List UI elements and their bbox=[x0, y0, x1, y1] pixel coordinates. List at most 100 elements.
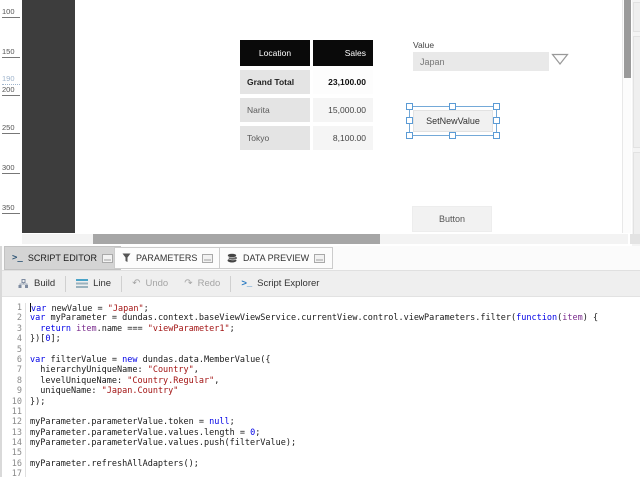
parameter-combo-box[interactable]: Japan bbox=[413, 52, 549, 71]
line-number: 4 bbox=[2, 334, 22, 344]
database-icon bbox=[227, 253, 238, 263]
code-token: new bbox=[122, 355, 137, 365]
script-icon: >_ bbox=[12, 253, 23, 263]
resize-handle-s[interactable] bbox=[449, 132, 456, 139]
code-token: "Country" bbox=[148, 365, 194, 375]
resize-handle-w[interactable] bbox=[406, 117, 413, 124]
line-number: 13 bbox=[2, 428, 22, 438]
horizontal-scrollbar-thumb[interactable] bbox=[93, 234, 380, 244]
right-edge-panel bbox=[632, 0, 640, 246]
script-explorer-button[interactable]: >_ Script Explorer bbox=[233, 270, 327, 297]
build-label: Build bbox=[34, 278, 55, 289]
code-token: ) { bbox=[583, 313, 598, 323]
set-new-value-button[interactable]: SetNewValue bbox=[413, 110, 493, 132]
code-token: myParameter = dundas.context.baseViewVie… bbox=[45, 313, 516, 323]
table-row-label[interactable]: Grand Total bbox=[240, 70, 310, 94]
resize-handle-ne[interactable] bbox=[493, 103, 500, 110]
code-line[interactable]: var newValue = "Japan"; bbox=[30, 303, 640, 313]
table-cell-value[interactable]: 23,100.00 bbox=[313, 70, 373, 94]
code-line[interactable] bbox=[30, 448, 640, 458]
line-number: 3 bbox=[2, 324, 22, 334]
table-cell-value[interactable]: 8,100.00 bbox=[313, 126, 373, 150]
resize-handle-sw[interactable] bbox=[406, 132, 413, 139]
code-token: ]; bbox=[50, 334, 60, 344]
resize-handle-nw[interactable] bbox=[406, 103, 413, 110]
code-line[interactable] bbox=[30, 407, 640, 417]
toolbar-separator bbox=[121, 276, 122, 292]
popout-window-icon[interactable] bbox=[202, 254, 213, 263]
parameter-selected-value: Japan bbox=[420, 57, 445, 67]
ruler-position-indicator: 190 bbox=[2, 74, 20, 85]
code-token: hierarchyUniqueName: bbox=[30, 365, 148, 375]
collapsed-side-panel[interactable] bbox=[22, 0, 75, 233]
scrollbar-corner bbox=[630, 234, 640, 244]
code-line[interactable]: levelUniqueName: "Country.Regular", bbox=[30, 376, 640, 386]
table-header-location[interactable]: Location bbox=[240, 40, 310, 66]
vertical-scrollbar[interactable] bbox=[622, 0, 631, 233]
resize-handle-e[interactable] bbox=[493, 117, 500, 124]
design-canvas: 100 150 190 200 250 300 350 Location Sal… bbox=[0, 0, 640, 246]
toolbar-separator bbox=[230, 276, 231, 292]
code-token: item bbox=[76, 324, 96, 334]
code-token: .name === bbox=[97, 324, 148, 334]
dropdown-arrow-icon[interactable] bbox=[551, 53, 569, 66]
build-button[interactable]: Build bbox=[10, 270, 63, 297]
undo-label: Undo bbox=[145, 278, 168, 289]
code-line[interactable] bbox=[30, 345, 640, 355]
resize-handle-n[interactable] bbox=[449, 103, 456, 110]
code-line[interactable]: myParameter.parameterValue.values.length… bbox=[30, 428, 640, 438]
table-row-label[interactable]: Narita bbox=[240, 98, 310, 122]
popout-window-icon[interactable] bbox=[314, 254, 325, 263]
line-number: 5 bbox=[2, 345, 22, 355]
line-number: 14 bbox=[2, 438, 22, 448]
resize-handle-se[interactable] bbox=[493, 132, 500, 139]
code-line[interactable]: myParameter.refreshAllAdapters(); bbox=[30, 459, 640, 469]
horizontal-scrollbar[interactable] bbox=[22, 234, 628, 244]
code-token: null bbox=[209, 417, 229, 427]
code-line[interactable]: }); bbox=[30, 397, 640, 407]
code-token: return bbox=[40, 324, 71, 334]
code-line[interactable]: })[0]; bbox=[30, 334, 640, 344]
line-number: 7 bbox=[2, 365, 22, 375]
right-edge-box bbox=[633, 152, 640, 244]
ruler-mark: 100 bbox=[2, 7, 20, 18]
table-header-sales[interactable]: Sales bbox=[313, 40, 373, 66]
tab-label: PARAMETERS bbox=[136, 253, 197, 263]
code-token: })[ bbox=[30, 334, 45, 344]
undo-icon: ↶ bbox=[132, 278, 140, 289]
right-edge-box bbox=[633, 2, 640, 32]
redo-icon: ↷ bbox=[184, 278, 192, 289]
tab-data-preview[interactable]: DATA PREVIEW bbox=[219, 247, 333, 269]
code-line[interactable]: var myParameter = dundas.context.baseVie… bbox=[30, 313, 640, 323]
tab-parameters[interactable]: PARAMETERS bbox=[114, 247, 221, 269]
line-number: 6 bbox=[2, 355, 22, 365]
redo-button[interactable]: ↷ Redo bbox=[176, 270, 228, 297]
line-number: 10 bbox=[2, 397, 22, 407]
code-token: ; bbox=[230, 417, 235, 427]
code-line[interactable] bbox=[30, 469, 640, 477]
code-editor[interactable]: 1234567891011121314151617 var newValue =… bbox=[2, 298, 640, 477]
build-icon bbox=[18, 279, 29, 289]
line-number: 11 bbox=[2, 407, 22, 417]
vertical-scrollbar-thumb[interactable] bbox=[624, 0, 631, 78]
code-line[interactable]: var filterValue = new dundas.data.Member… bbox=[30, 355, 640, 365]
code-token: function bbox=[516, 313, 557, 323]
code-token: var bbox=[30, 313, 45, 323]
code-line[interactable]: myParameter.parameterValue.token = null; bbox=[30, 417, 640, 427]
code-line[interactable]: uniqueName: "Japan.Country" bbox=[30, 386, 640, 396]
table-cell-value[interactable]: 15,000.00 bbox=[313, 98, 373, 122]
script-explorer-label: Script Explorer bbox=[257, 278, 319, 289]
popout-window-icon[interactable] bbox=[102, 254, 113, 263]
code-token: myParameter.refreshAllAdapters(); bbox=[30, 459, 199, 469]
line-button[interactable]: Line bbox=[68, 270, 119, 297]
editor-code[interactable]: var newValue = "Japan";var myParameter =… bbox=[26, 303, 640, 477]
code-line[interactable]: hierarchyUniqueName: "Country", bbox=[30, 365, 640, 375]
table-row-label[interactable]: Tokyo bbox=[240, 126, 310, 150]
tab-script-editor[interactable]: >_ SCRIPT EDITOR bbox=[4, 246, 121, 270]
undo-button[interactable]: ↶ Undo bbox=[124, 270, 176, 297]
ruler-mark: 200 bbox=[2, 85, 20, 96]
button-control[interactable]: Button bbox=[412, 206, 492, 232]
code-line[interactable]: myParameter.parameterValue.values.push(f… bbox=[30, 438, 640, 448]
button-control-label: Button bbox=[439, 214, 465, 224]
code-line[interactable]: return item.name === "viewParameter1"; bbox=[30, 324, 640, 334]
